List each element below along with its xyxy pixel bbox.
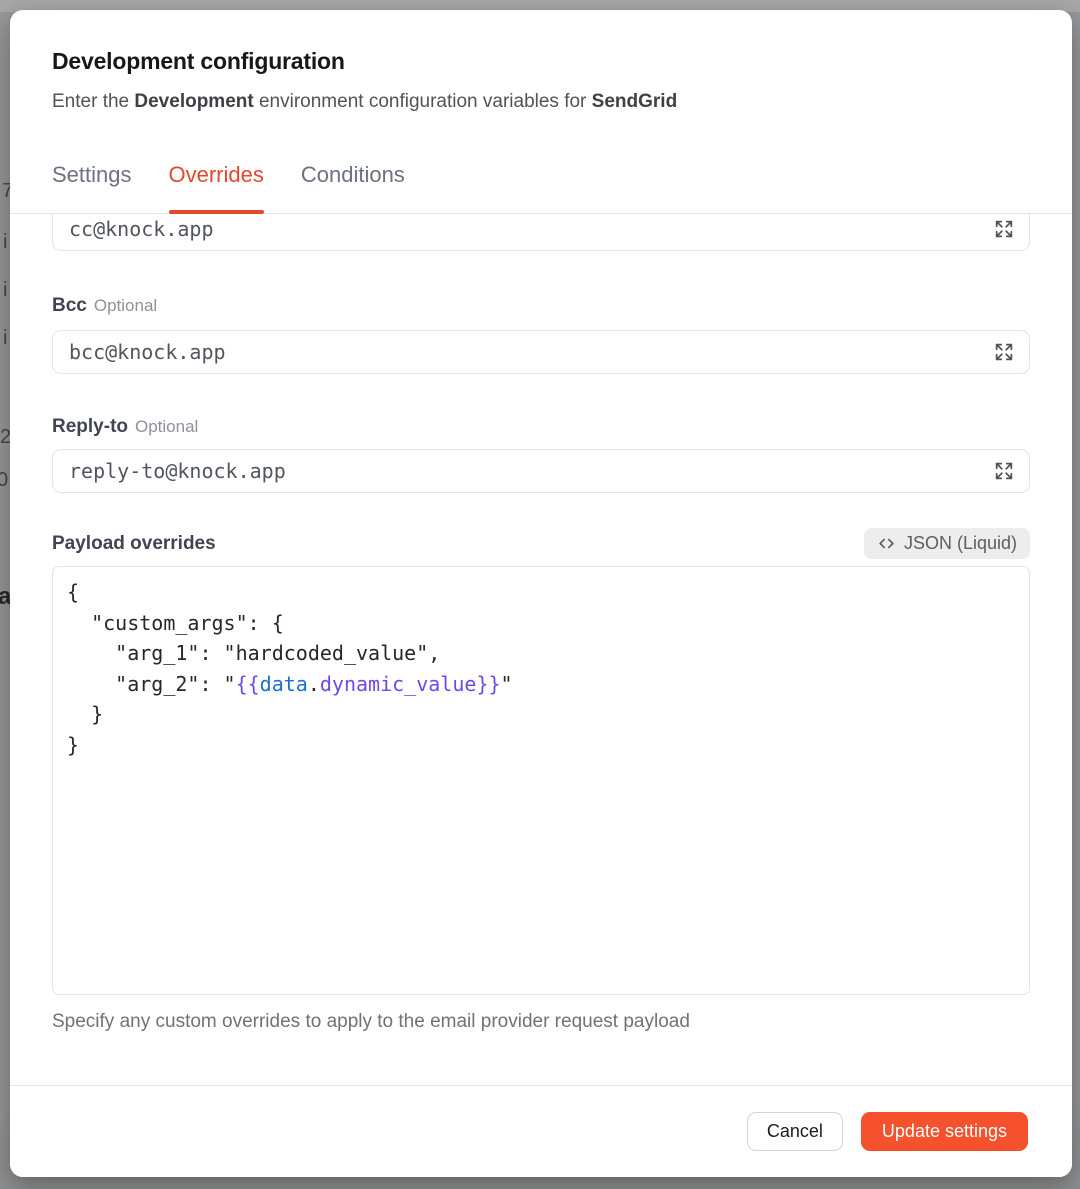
backdrop-fragment: i <box>3 231 7 254</box>
code-text: "arg_2": " <box>67 672 236 696</box>
bcc-label: Bcc Optional <box>52 294 1030 318</box>
payload-overrides-help: Specify any custom overrides to apply to… <box>52 1010 1030 1034</box>
payload-overrides-label: Payload overrides <box>52 533 216 555</box>
cc-input[interactable]: cc@knock.app <box>52 214 1030 251</box>
code-text: . <box>308 672 320 696</box>
code-brackets-icon <box>877 534 896 553</box>
update-settings-button[interactable]: Update settings <box>861 1112 1028 1151</box>
screen: 7 i i i 2 0 a Development configuration … <box>0 0 1080 1189</box>
payload-overrides-header: Payload overrides JSON (Liquid) <box>52 528 1030 559</box>
json-liquid-badge-label: JSON (Liquid) <box>904 533 1017 554</box>
reply-to-label-text: Reply-to <box>52 416 128 437</box>
backdrop-fragment: i <box>3 327 7 350</box>
modal-subtitle: Enter the Development environment config… <box>52 89 1030 115</box>
tab-settings[interactable]: Settings <box>52 161 132 213</box>
liquid-property: dynamic_value <box>320 672 477 696</box>
modal-footer: Cancel Update settings <box>10 1085 1072 1177</box>
tab-bar: Settings Overrides Conditions <box>10 161 1072 214</box>
code-line: } <box>67 699 1015 730</box>
expand-icon[interactable] <box>993 341 1015 363</box>
json-liquid-badge: JSON (Liquid) <box>864 528 1030 559</box>
modal-header: Development configuration Enter the Deve… <box>10 10 1072 115</box>
payload-overrides-editor[interactable]: { "custom_args": { "arg_1": "hardcoded_v… <box>52 566 1030 995</box>
backdrop-fragment: i <box>3 279 7 302</box>
reply-to-optional-hint: Optional <box>135 417 198 436</box>
code-line: "custom_args": { <box>67 608 1015 639</box>
liquid-open-braces: {{ <box>236 672 260 696</box>
code-text: " <box>501 672 513 696</box>
liquid-object: data <box>260 672 308 696</box>
page-title: Development configuration <box>52 46 1030 76</box>
bcc-input-value: bcc@knock.app <box>69 340 226 364</box>
subtitle-text: environment configuration variables for <box>254 91 592 112</box>
bcc-label-text: Bcc <box>52 295 87 316</box>
expand-icon[interactable] <box>993 460 1015 482</box>
provider-name: SendGrid <box>592 91 678 112</box>
reply-to-input-value: reply-to@knock.app <box>69 459 286 483</box>
cancel-button[interactable]: Cancel <box>747 1112 843 1151</box>
development-configuration-modal: Development configuration Enter the Deve… <box>10 10 1072 1177</box>
environment-name: Development <box>134 91 253 112</box>
tab-overrides[interactable]: Overrides <box>169 161 264 213</box>
expand-icon[interactable] <box>993 218 1015 240</box>
bcc-optional-hint: Optional <box>94 296 157 315</box>
liquid-close-braces: }} <box>476 672 500 696</box>
modal-content: cc@knock.app Bcc Optional bcc@knock.app <box>10 214 1072 1095</box>
reply-to-input[interactable]: reply-to@knock.app <box>52 449 1030 493</box>
code-line: { <box>67 577 1015 608</box>
code-line: "arg_1": "hardcoded_value", <box>67 638 1015 669</box>
reply-to-label: Reply-to Optional <box>52 415 1030 439</box>
subtitle-text: Enter the <box>52 91 134 112</box>
code-line: "arg_2": "{{data.dynamic_value}}" <box>67 669 1015 700</box>
bcc-input[interactable]: bcc@knock.app <box>52 330 1030 374</box>
cc-input-value: cc@knock.app <box>69 217 214 241</box>
tab-conditions[interactable]: Conditions <box>301 161 405 213</box>
code-line: } <box>67 730 1015 761</box>
backdrop-fragment: 0 <box>0 469 8 492</box>
